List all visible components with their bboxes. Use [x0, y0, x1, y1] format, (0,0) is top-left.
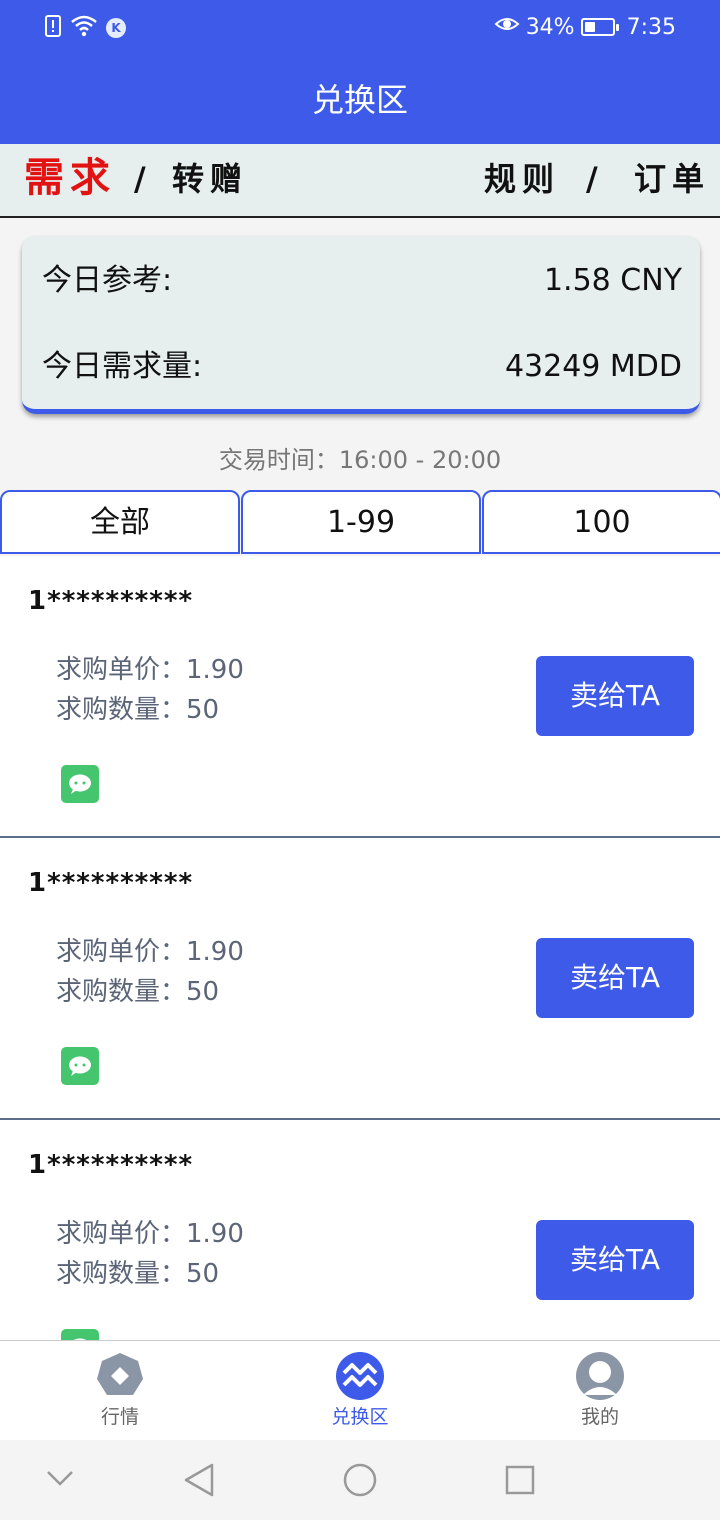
- filter-tabs: 全部 1-99 100: [0, 490, 720, 554]
- k-app-icon: K: [106, 18, 126, 38]
- nav-exchange[interactable]: 兑换区: [300, 1351, 420, 1431]
- wechat-icon[interactable]: [61, 765, 99, 803]
- rules-link[interactable]: 规则: [484, 158, 560, 200]
- sub-navigation: 需求 / 转赠 规则 / 订单: [0, 144, 720, 218]
- quantity: 求购数量：50: [56, 695, 220, 725]
- list-item: 1********** 求购单价：1.90 求购数量：50 卖给TA: [0, 838, 720, 1120]
- home-icon[interactable]: [342, 1462, 378, 1498]
- exchange-icon: [336, 1352, 384, 1400]
- sim-alert-icon: [44, 14, 62, 42]
- chevron-down-icon[interactable]: [44, 1468, 76, 1488]
- battery-icon: [580, 18, 619, 36]
- market-icon: [97, 1353, 143, 1395]
- nav-label: 我的: [580, 1406, 619, 1428]
- status-left-icons: K: [44, 14, 126, 42]
- bottom-navigation: 行情 兑换区 我的: [0, 1340, 720, 1440]
- quantity: 求购数量：50: [56, 1259, 220, 1289]
- summary-card: 今日参考: 1.58 CNY 今日需求量: 43249 MDD: [22, 236, 700, 414]
- quantity: 求购数量：50: [56, 977, 220, 1007]
- separator: /: [134, 160, 152, 198]
- listing-list[interactable]: 1********** 求购单价：1.90 求购数量：50 卖给TA 1****…: [0, 556, 720, 1340]
- user-id: 1**********: [28, 868, 194, 898]
- list-item: 1********** 求购单价：1.90 求购数量：50 卖给TA: [0, 1120, 720, 1340]
- recent-apps-icon[interactable]: [504, 1464, 536, 1496]
- system-navigation-bar: [0, 1440, 720, 1520]
- nav-profile[interactable]: 我的: [540, 1351, 660, 1431]
- tab-all[interactable]: 全部: [0, 490, 240, 554]
- wechat-icon[interactable]: [61, 1047, 99, 1085]
- reference-price-value: 1.58 CNY: [543, 263, 682, 298]
- eye-comfort-icon: [494, 14, 520, 40]
- nav-label: 行情: [100, 1406, 139, 1428]
- orders-link[interactable]: 订单: [634, 158, 710, 200]
- list-item: 1********** 求购单价：1.90 求购数量：50 卖给TA: [0, 556, 720, 838]
- sell-button[interactable]: 卖给TA: [536, 656, 694, 736]
- unit-price: 求购单价：1.90: [56, 937, 244, 967]
- status-right-icons: 34% 7:35: [494, 14, 676, 40]
- demand-volume-row: 今日需求量: 43249 MDD: [42, 344, 682, 390]
- battery-percent: 34%: [525, 14, 575, 40]
- nav-market[interactable]: 行情: [60, 1351, 180, 1431]
- gift-tab[interactable]: 转赠: [172, 158, 248, 200]
- back-icon[interactable]: [182, 1462, 216, 1498]
- clock: 7:35: [626, 14, 676, 40]
- user-id: 1**********: [28, 1150, 194, 1180]
- unit-price: 求购单价：1.90: [56, 1219, 244, 1249]
- sell-button[interactable]: 卖给TA: [536, 1220, 694, 1300]
- reference-price-row: 今日参考: 1.58 CNY: [42, 258, 682, 304]
- demand-volume-value: 43249 MDD: [504, 349, 682, 384]
- wifi-icon: [70, 14, 98, 42]
- unit-price: 求购单价：1.90: [56, 655, 244, 685]
- page-title: 兑换区: [311, 81, 408, 119]
- wechat-icon[interactable]: [61, 1329, 99, 1340]
- demand-volume-label: 今日需求量:: [42, 349, 203, 384]
- sell-button[interactable]: 卖给TA: [536, 938, 694, 1018]
- demand-tab[interactable]: 需求: [24, 152, 116, 204]
- app-header: K 34% 7:35 兑换区: [0, 0, 720, 144]
- tab-1-99[interactable]: 1-99: [241, 490, 481, 554]
- separator: /: [586, 160, 604, 198]
- status-bar: K 34% 7:35: [0, 0, 720, 56]
- reference-price-label: 今日参考:: [42, 263, 173, 298]
- tab-100[interactable]: 100: [482, 490, 720, 554]
- trading-hours: 交易时间：16:00 - 20:00: [218, 446, 502, 474]
- user-id: 1**********: [28, 586, 194, 616]
- nav-label: 兑换区: [331, 1406, 389, 1428]
- profile-icon: [576, 1352, 624, 1400]
